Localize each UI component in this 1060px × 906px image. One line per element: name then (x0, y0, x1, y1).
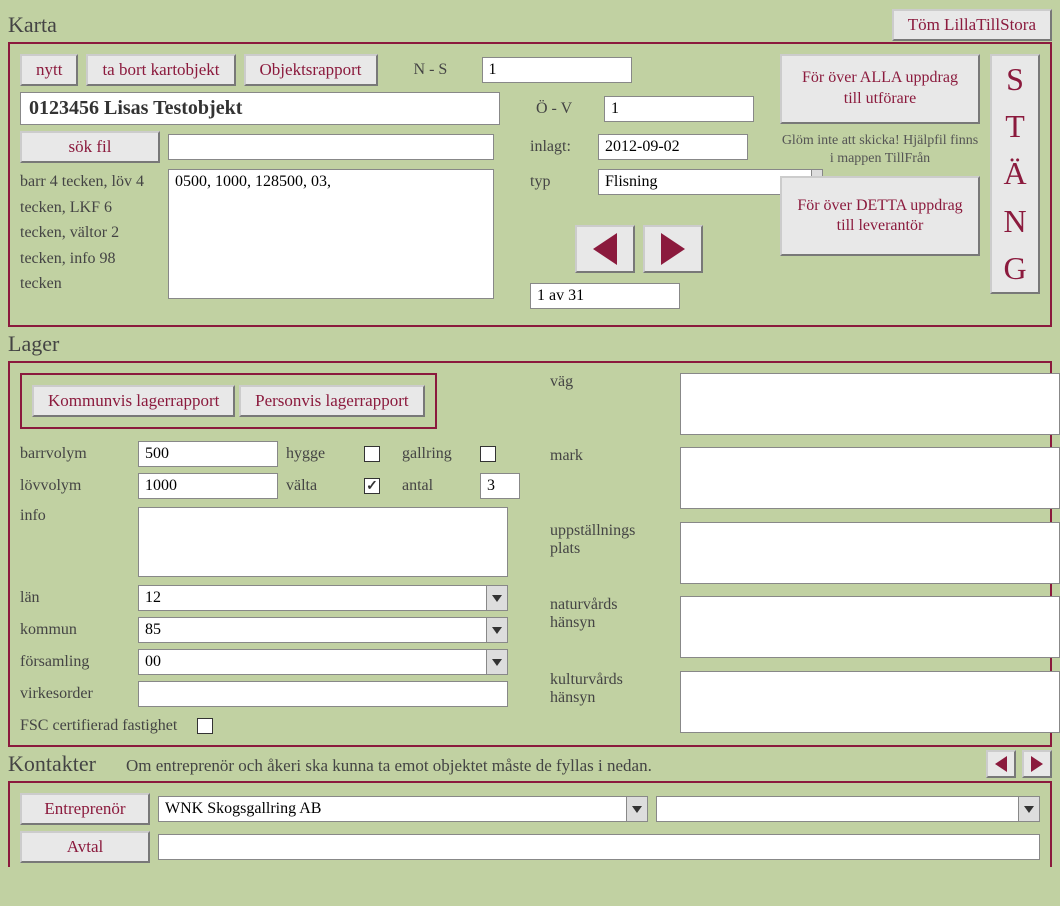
lan-input[interactable] (138, 585, 486, 611)
naturv-label: naturvårds hänsyn (550, 596, 670, 632)
ov-label: Ö - V (536, 100, 596, 118)
kontakter-title: Kontakter (8, 751, 96, 777)
entreprenor-dropdown-button[interactable] (626, 796, 648, 822)
for-over-alla-button[interactable]: För över ALLA uppdrag till utförare (780, 54, 980, 124)
codes-textarea[interactable] (168, 169, 494, 299)
lan-label: län (20, 589, 130, 607)
kommunvis-rapport-button[interactable]: Kommunvis lagerrapport (32, 385, 235, 417)
info-label: info (20, 507, 130, 525)
forsamling-input[interactable] (138, 649, 486, 675)
nytt-button[interactable]: nytt (20, 54, 78, 86)
arrow-right-icon (661, 233, 685, 265)
info-textarea[interactable] (138, 507, 508, 577)
antal-label: antal (402, 477, 472, 495)
ns-input[interactable] (482, 57, 632, 83)
mark-label: mark (550, 447, 670, 465)
karta-title: Karta (8, 12, 57, 38)
counter-input[interactable] (530, 283, 680, 309)
lovvolym-input[interactable] (138, 473, 278, 499)
chevron-down-icon (632, 806, 642, 813)
avtal-button[interactable]: Avtal (20, 831, 150, 863)
chevron-down-icon (492, 595, 502, 602)
fsc-checkbox[interactable] (197, 718, 213, 734)
kulturv-label: kulturvårds hänsyn (550, 671, 670, 707)
virkesorder-label: virkesorder (20, 685, 130, 703)
tom-button[interactable]: Töm LillaTillStora (892, 9, 1052, 41)
arrow-left-icon (593, 233, 617, 265)
stang-button[interactable]: S T Ä N G (990, 54, 1040, 294)
valta-label: välta (286, 477, 356, 495)
lager-title: Lager (8, 331, 1052, 357)
ns-label: N - S (414, 61, 474, 79)
inlagt-input[interactable] (598, 134, 748, 160)
hygge-checkbox[interactable] (364, 446, 380, 462)
sok-fil-button[interactable]: sök fil (20, 131, 160, 163)
kommun-label: kommun (20, 621, 130, 639)
chevron-down-icon (492, 627, 502, 634)
gallring-checkbox[interactable] (480, 446, 496, 462)
ta-bort-button[interactable]: ta bort kartobjekt (86, 54, 235, 86)
hygge-label: hygge (286, 445, 356, 463)
entreprenor-dropdown-button-2[interactable] (1018, 796, 1040, 822)
mark-textarea[interactable] (680, 447, 1060, 509)
lager-panel: Kommunvis lagerrapport Personvis lagerra… (8, 361, 1052, 747)
codes-hint: barr 4 tecken, löv 4 tecken, LKF 6 tecke… (20, 169, 160, 297)
forsamling-dropdown-button[interactable] (486, 649, 508, 675)
kommun-input[interactable] (138, 617, 486, 643)
glom-hint: Glöm inte att skicka! Hjälpfil finns i m… (780, 132, 980, 168)
karta-panel: nytt ta bort kartobjekt Objektsrapport N… (8, 42, 1052, 327)
kontakter-hint: Om entreprenör och åkeri ska kunna ta em… (126, 756, 652, 776)
lan-dropdown-button[interactable] (486, 585, 508, 611)
gallring-label: gallring (402, 445, 472, 463)
entreprenor-button[interactable]: Entreprenör (20, 793, 150, 825)
antal-input[interactable] (480, 473, 520, 499)
ov-input[interactable] (604, 96, 754, 122)
kontakter-next-button[interactable] (1022, 750, 1052, 778)
personvis-rapport-button[interactable]: Personvis lagerrapport (239, 385, 424, 417)
typ-label: typ (530, 173, 590, 191)
for-over-detta-button[interactable]: För över DETTA uppdrag till leverantör (780, 176, 980, 256)
uppst-label: uppställnings plats (550, 522, 670, 558)
arrow-left-icon (995, 756, 1007, 772)
chevron-down-icon (1024, 806, 1034, 813)
entreprenor-input-2[interactable] (656, 796, 1018, 822)
entreprenor-input[interactable] (158, 796, 626, 822)
kontakter-panel: Entreprenör Avtal (8, 781, 1052, 867)
kulturv-textarea[interactable] (680, 671, 1060, 733)
uppst-textarea[interactable] (680, 522, 1060, 584)
arrow-right-icon (1031, 756, 1043, 772)
fsc-label: FSC certifierad fastighet (20, 717, 177, 735)
chevron-down-icon (492, 659, 502, 666)
barrvolym-input[interactable] (138, 441, 278, 467)
vag-label: väg (550, 373, 670, 391)
prev-button[interactable] (575, 225, 635, 273)
vag-textarea[interactable] (680, 373, 1060, 435)
kontakter-prev-button[interactable] (986, 750, 1016, 778)
next-button[interactable] (643, 225, 703, 273)
inlagt-label: inlagt: (530, 138, 590, 156)
objektsrapport-button[interactable]: Objektsrapport (244, 54, 378, 86)
valta-checkbox[interactable]: ✓ (364, 478, 380, 494)
lovvolym-label: lövvolym (20, 477, 130, 495)
object-title: 0123456 Lisas Testobjekt (20, 92, 500, 125)
forsamling-label: församling (20, 653, 130, 671)
barrvolym-label: barrvolym (20, 445, 130, 463)
naturv-textarea[interactable] (680, 596, 1060, 658)
sok-fil-input[interactable] (168, 134, 494, 160)
avtal-input[interactable] (158, 834, 1040, 860)
kommun-dropdown-button[interactable] (486, 617, 508, 643)
virkesorder-input[interactable] (138, 681, 508, 707)
